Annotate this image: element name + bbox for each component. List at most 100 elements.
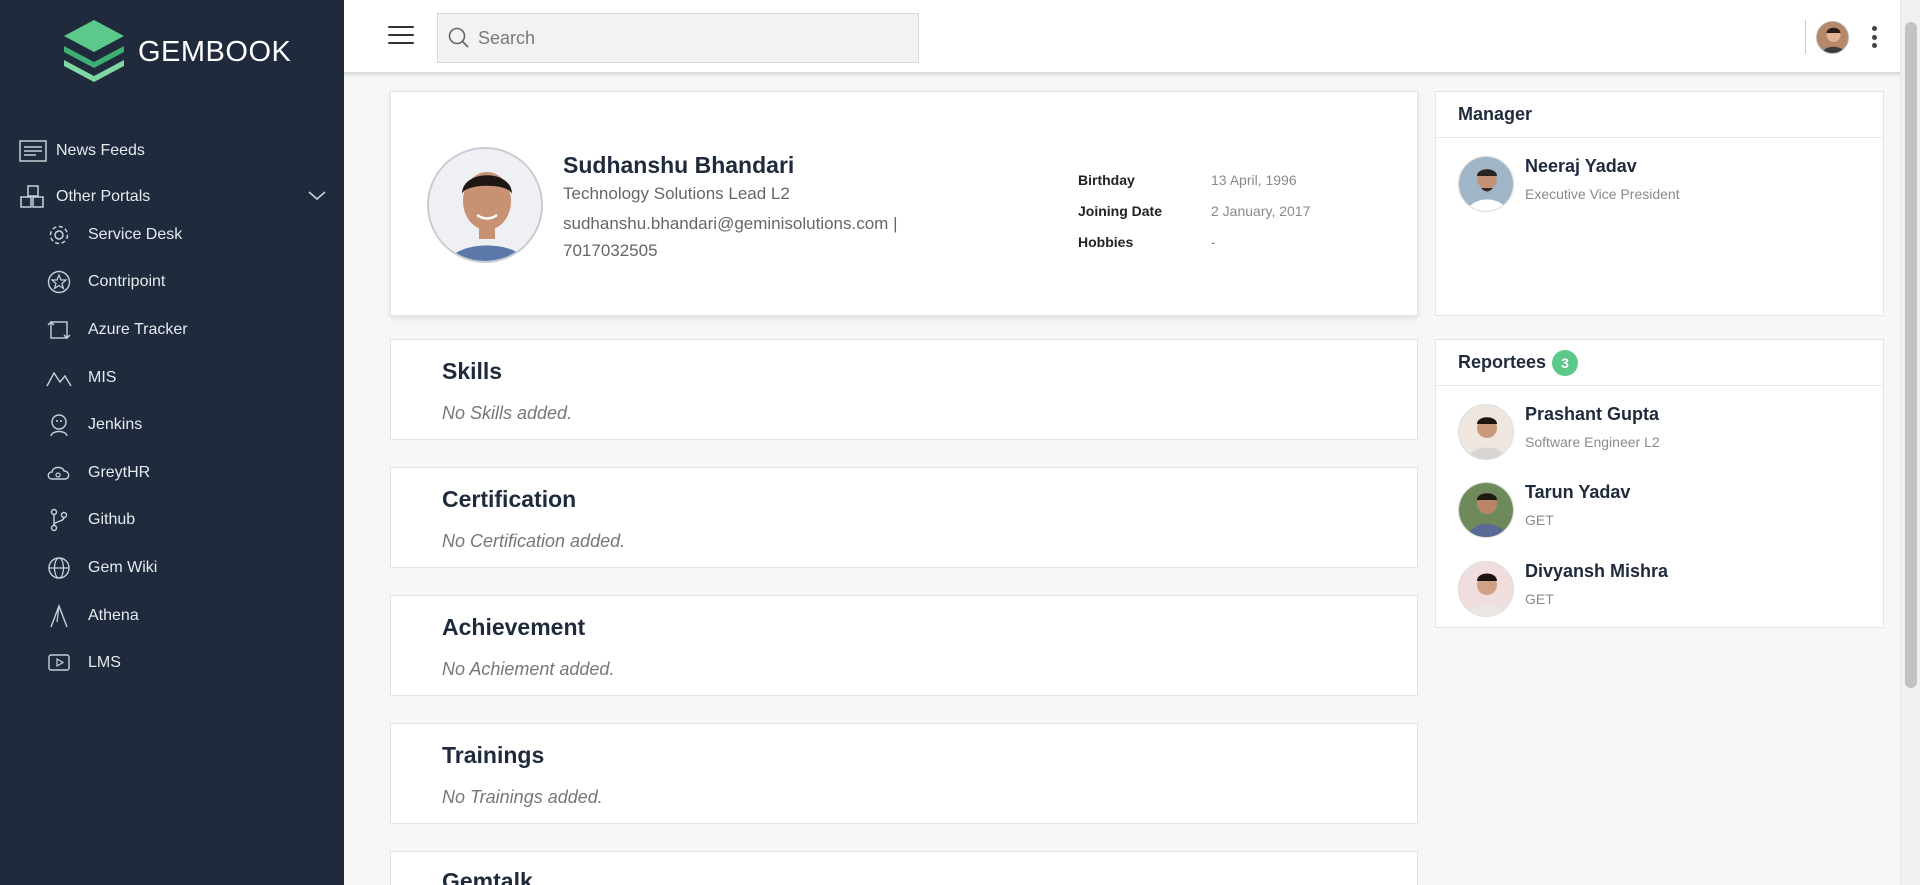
- certification-card: Certification No Certification added.: [390, 467, 1418, 568]
- sidebar-item-github[interactable]: Github: [0, 497, 344, 545]
- brand[interactable]: GEMBOOK: [60, 18, 291, 86]
- avatar: [1458, 156, 1514, 212]
- sidebar-item-jenkins[interactable]: Jenkins: [0, 401, 344, 449]
- sidebar-item-news-feeds[interactable]: News Feeds: [0, 128, 344, 174]
- section-title: Skills: [442, 358, 503, 384]
- sidebar-item-label: Athena: [88, 606, 139, 624]
- sidebar-item-label: Github: [88, 511, 136, 529]
- person-name: Tarun Yadav: [1525, 482, 1631, 502]
- gembook-logo-icon: [64, 20, 124, 82]
- sidebar-item-label: Contripoint: [88, 273, 166, 291]
- manager-card: Manager Neeraj Yadav Executive Vice Pres…: [1435, 91, 1884, 316]
- sidebar-item-label: Azure Tracker: [88, 320, 188, 338]
- contact-separator: |: [893, 214, 898, 233]
- sidebar-item-mis[interactable]: MIS: [0, 354, 344, 402]
- search-box[interactable]: [437, 13, 919, 63]
- header-divider: [1805, 20, 1806, 54]
- detail-label: Birthday: [1078, 171, 1135, 188]
- detail-value: 2 January, 2017: [1211, 202, 1311, 219]
- detail-row-hobbies: Hobbies -: [1078, 226, 1310, 257]
- sidebar-item-label: News Feeds: [56, 142, 145, 159]
- search-icon: [448, 27, 469, 48]
- chevron-down-icon[interactable]: [308, 188, 326, 206]
- cloud-icon: [44, 460, 74, 486]
- detail-value: 13 April, 1996: [1211, 171, 1297, 188]
- profile-name: Sudhanshu Bhandari: [563, 152, 795, 178]
- sidebar-item-gem-wiki[interactable]: Gem Wiki: [0, 544, 344, 592]
- person-role: Software Engineer L2: [1525, 434, 1660, 450]
- section-title: Gemtalk: [442, 868, 533, 885]
- chart-icon: [44, 365, 74, 391]
- avatar: [1458, 561, 1514, 617]
- section-title: Achievement: [442, 614, 586, 640]
- avatar: [1458, 404, 1514, 460]
- gemtalk-card: Gemtalk: [390, 851, 1418, 885]
- reportees-header: Reportees 3: [1436, 340, 1883, 386]
- top-header: [344, 0, 1900, 74]
- scrollbar-thumb[interactable]: [1905, 22, 1917, 688]
- portals-icon: [18, 184, 48, 210]
- brand-name: GEMBOOK: [138, 35, 292, 68]
- detail-row-joining-date: Joining Date 2 January, 2017: [1078, 195, 1310, 226]
- menu-toggle-icon[interactable]: [388, 26, 414, 48]
- tracker-icon: [44, 317, 74, 343]
- sidebar-item-athena[interactable]: Athena: [0, 592, 344, 640]
- person-name: Neeraj Yadav: [1525, 156, 1637, 176]
- sidebar-item-lms[interactable]: LMS: [0, 639, 344, 687]
- sidebar-item-label: Other Portals: [56, 188, 151, 205]
- reportees-title: Reportees: [1458, 352, 1547, 372]
- detail-value: -: [1211, 233, 1216, 250]
- achievement-card: Achievement No Achiement added.: [390, 595, 1418, 696]
- reportees-card: Reportees 3 Prashant Gupta Software Engi…: [1435, 339, 1884, 628]
- sidebar-item-label: GreytHR: [88, 463, 151, 481]
- person-role: GET: [1525, 591, 1554, 607]
- section-empty-text: No Trainings added.: [442, 787, 603, 807]
- section-empty-text: No Certification added.: [442, 531, 626, 551]
- person-role: GET: [1525, 512, 1554, 528]
- page-scrollbar[interactable]: [1900, 0, 1920, 885]
- sidebar-item-label: LMS: [88, 654, 121, 672]
- sidebar-item-label: Jenkins: [88, 416, 143, 434]
- jenkins-icon: [44, 412, 74, 438]
- git-branch-icon: [44, 507, 74, 533]
- profile-contact: sudhanshu.bhandari@geminisolutions.com |…: [563, 210, 983, 264]
- play-icon: [44, 650, 74, 676]
- profile-email[interactable]: sudhanshu.bhandari@geminisolutions.com: [563, 214, 888, 233]
- section-title: Trainings: [442, 742, 545, 768]
- detail-label: Joining Date: [1078, 202, 1163, 219]
- sidebar-item-label: Service Desk: [88, 225, 183, 243]
- search-input[interactable]: [478, 27, 898, 49]
- profile-phone: 7017032505: [563, 241, 658, 260]
- trainings-card: Trainings No Trainings added.: [390, 723, 1418, 824]
- person-name: Prashant Gupta: [1525, 404, 1660, 424]
- avatar: [1458, 482, 1514, 538]
- sidebar-item-service-desk[interactable]: Service Desk: [0, 211, 344, 259]
- section-title: Certification: [442, 486, 577, 512]
- detail-row-birthday: Birthday 13 April, 1996: [1078, 164, 1310, 195]
- profile-details: Birthday 13 April, 1996 Joining Date 2 J…: [1078, 164, 1310, 257]
- person-role: Executive Vice President: [1525, 186, 1680, 202]
- sidebar-item-greythr[interactable]: GreytHR: [0, 449, 344, 497]
- sidebar-item-azure-tracker[interactable]: Azure Tracker: [0, 306, 344, 354]
- profile-role: Technology Solutions Lead L2: [563, 184, 790, 203]
- detail-label: Hobbies: [1078, 233, 1134, 250]
- star-badge-icon: [44, 269, 74, 295]
- person-name: Divyansh Mishra: [1525, 561, 1669, 581]
- user-avatar[interactable]: [1816, 21, 1849, 54]
- globe-icon: [44, 555, 74, 581]
- manager-title: Manager: [1436, 92, 1883, 138]
- skills-card: Skills No Skills added.: [390, 339, 1418, 440]
- more-options-icon[interactable]: [1872, 26, 1878, 48]
- profile-photo: [427, 147, 543, 263]
- section-empty-text: No Skills added.: [442, 403, 573, 423]
- sidebar-item-label: Gem Wiki: [88, 558, 158, 576]
- sidebar-item-label: MIS: [88, 368, 117, 386]
- reportees-count-badge: 3: [1552, 349, 1579, 376]
- news-feed-icon: [18, 138, 48, 164]
- athena-icon: [44, 603, 74, 629]
- gear-icon: [44, 222, 74, 248]
- sidebar-item-contripoint[interactable]: Contripoint: [0, 259, 344, 307]
- section-empty-text: No Achiement added.: [442, 659, 615, 679]
- sidebar: GEMBOOK News Feeds Other Portals Service…: [0, 0, 344, 885]
- profile-card: Sudhanshu Bhandari Technology Solutions …: [390, 91, 1418, 316]
